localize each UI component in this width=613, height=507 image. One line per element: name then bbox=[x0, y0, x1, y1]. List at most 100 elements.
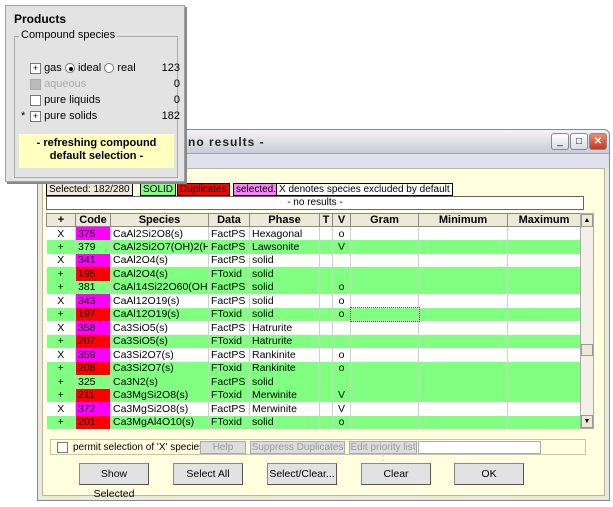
column-header[interactable]: Code bbox=[75, 213, 111, 227]
cell-mark[interactable]: + bbox=[46, 334, 76, 348]
cell-empty[interactable] bbox=[507, 375, 581, 389]
cell-species[interactable]: CaAl2O4(s) bbox=[110, 253, 209, 267]
cell-code[interactable]: 195 bbox=[75, 267, 111, 281]
cell-t[interactable] bbox=[319, 240, 333, 254]
cell-empty[interactable] bbox=[418, 307, 508, 321]
cell-empty[interactable] bbox=[418, 267, 508, 281]
cell-empty[interactable] bbox=[507, 348, 581, 362]
cell-mark[interactable]: X bbox=[46, 348, 76, 362]
table-row[interactable]: +211 Ca3MgSi2O8(s) FToxid Merwinite V bbox=[46, 388, 581, 402]
cell-empty[interactable] bbox=[507, 253, 581, 267]
cell-mark[interactable]: X bbox=[46, 294, 76, 308]
cell-empty[interactable] bbox=[507, 307, 581, 321]
cell-empty[interactable] bbox=[350, 240, 419, 254]
cell-data[interactable]: FactPS bbox=[208, 294, 250, 308]
cell-empty[interactable] bbox=[418, 388, 508, 402]
cell-code[interactable]: 381 bbox=[75, 280, 111, 294]
cell-empty[interactable] bbox=[418, 361, 508, 375]
table-row[interactable]: X 358 Ca3SiO5(s) FactPS Hatrurite bbox=[46, 321, 581, 335]
cell-empty[interactable] bbox=[418, 415, 508, 429]
cell-empty[interactable] bbox=[350, 361, 419, 375]
column-header[interactable]: Species bbox=[110, 213, 209, 227]
table-row[interactable]: +201 Ca3MgAl4O10(s) FToxid solid o bbox=[46, 415, 581, 429]
cell-mark[interactable]: + bbox=[46, 388, 76, 402]
select-all-button[interactable]: Select All bbox=[173, 463, 243, 485]
ok-button[interactable]: OK bbox=[454, 463, 524, 485]
cell-phase[interactable]: solid bbox=[249, 375, 320, 389]
cell-species[interactable]: CaAl2Si2O8(s) bbox=[110, 226, 209, 240]
show-selected-button[interactable]: Show Selected bbox=[79, 463, 149, 500]
maximize-button[interactable]: □ bbox=[570, 133, 588, 150]
cell-data[interactable]: FToxid bbox=[208, 388, 250, 402]
cell-phase[interactable]: Merwinite bbox=[249, 402, 320, 416]
cell-data[interactable]: FactPS bbox=[208, 280, 250, 294]
cell-empty[interactable] bbox=[350, 334, 419, 348]
cell-species[interactable]: Ca3N2(s) bbox=[110, 375, 209, 389]
cell-empty[interactable] bbox=[507, 321, 581, 335]
cell-phase[interactable]: Rankinite bbox=[249, 361, 320, 375]
gas-checkbox[interactable]: + bbox=[30, 62, 41, 74]
cell-empty[interactable] bbox=[350, 253, 419, 267]
edit-priority-list-button[interactable]: Edit priority list : bbox=[349, 441, 417, 464]
cell-empty[interactable] bbox=[350, 267, 419, 281]
scroll-thumb[interactable] bbox=[581, 344, 593, 356]
cell-empty[interactable] bbox=[418, 334, 508, 348]
cell-empty[interactable] bbox=[350, 402, 419, 416]
table-row[interactable]: X 359 Ca3Si2O7(s) FactPS Rankinite o bbox=[46, 348, 581, 362]
select-clear-button[interactable]: Select/Clear... bbox=[267, 463, 337, 485]
cell-mark[interactable]: + bbox=[46, 375, 76, 389]
cell-empty[interactable] bbox=[350, 280, 419, 294]
cell-v[interactable] bbox=[332, 253, 351, 267]
cell-empty[interactable] bbox=[418, 348, 508, 362]
table-row[interactable]: +195 CaAl2O4(s) FToxid solid bbox=[46, 267, 581, 281]
cell-empty[interactable] bbox=[418, 226, 508, 240]
table-row[interactable]: +208 Ca3Si2O7(s) FToxid Rankinite o bbox=[46, 361, 581, 375]
cell-t[interactable] bbox=[319, 375, 333, 389]
cell-species[interactable]: Ca3SiO5(s) bbox=[110, 321, 209, 335]
cell-empty[interactable] bbox=[418, 402, 508, 416]
cell-empty[interactable] bbox=[418, 321, 508, 335]
cell-t[interactable] bbox=[319, 402, 333, 416]
cell-data[interactable]: FactPS bbox=[208, 348, 250, 362]
cell-species[interactable]: CaAl12O19(s) bbox=[110, 294, 209, 308]
column-header[interactable]: V bbox=[332, 213, 351, 227]
cell-v[interactable] bbox=[332, 375, 351, 389]
cell-empty[interactable] bbox=[418, 280, 508, 294]
column-header[interactable]: Gram bbox=[350, 213, 419, 227]
cell-data[interactable]: FactPS bbox=[208, 402, 250, 416]
column-header[interactable]: Minimum bbox=[418, 213, 508, 227]
cell-code[interactable]: 197 bbox=[75, 307, 111, 321]
cell-v[interactable] bbox=[332, 267, 351, 281]
cell-mark[interactable]: + bbox=[46, 361, 76, 375]
cell-empty[interactable] bbox=[507, 415, 581, 429]
cell-code[interactable]: 375 bbox=[75, 226, 111, 240]
cell-v[interactable]: V bbox=[332, 402, 351, 416]
cell-data[interactable]: FactPS bbox=[208, 375, 250, 389]
cell-phase[interactable]: Hatrurite bbox=[249, 334, 320, 348]
cell-t[interactable] bbox=[319, 280, 333, 294]
cell-phase[interactable]: solid bbox=[249, 415, 320, 429]
cell-empty[interactable] bbox=[507, 267, 581, 281]
table-row[interactable]: +379CaAl2Si2O7(OH)2(H2OFactPSLawsonite V bbox=[46, 240, 581, 254]
cell-t[interactable] bbox=[319, 361, 333, 375]
cell-empty[interactable] bbox=[507, 402, 581, 416]
cell-data[interactable]: FactPS bbox=[208, 253, 250, 267]
cell-v[interactable] bbox=[332, 334, 351, 348]
cell-code[interactable]: 207 bbox=[75, 334, 111, 348]
cell-phase[interactable]: Rankinite bbox=[249, 348, 320, 362]
help-button[interactable]: Help bbox=[200, 441, 246, 454]
cell-mark[interactable]: + bbox=[46, 240, 76, 254]
cell-v[interactable]: o bbox=[332, 415, 351, 429]
cell-empty[interactable] bbox=[507, 388, 581, 402]
cell-data[interactable]: FactPS bbox=[208, 321, 250, 335]
cell-empty[interactable] bbox=[507, 280, 581, 294]
table-row[interactable]: +381CaAl14Si22O60(OH)12FactPSsolido bbox=[46, 280, 581, 294]
cell-mark[interactable]: X bbox=[46, 321, 76, 335]
cell-empty[interactable] bbox=[350, 294, 419, 308]
cell-mark[interactable]: + bbox=[46, 307, 76, 321]
cell-mark[interactable]: X bbox=[46, 226, 76, 240]
cell-v[interactable]: o bbox=[332, 307, 351, 321]
cell-t[interactable] bbox=[319, 294, 333, 308]
cell-empty[interactable] bbox=[507, 361, 581, 375]
cell-phase[interactable]: solid bbox=[249, 253, 320, 267]
